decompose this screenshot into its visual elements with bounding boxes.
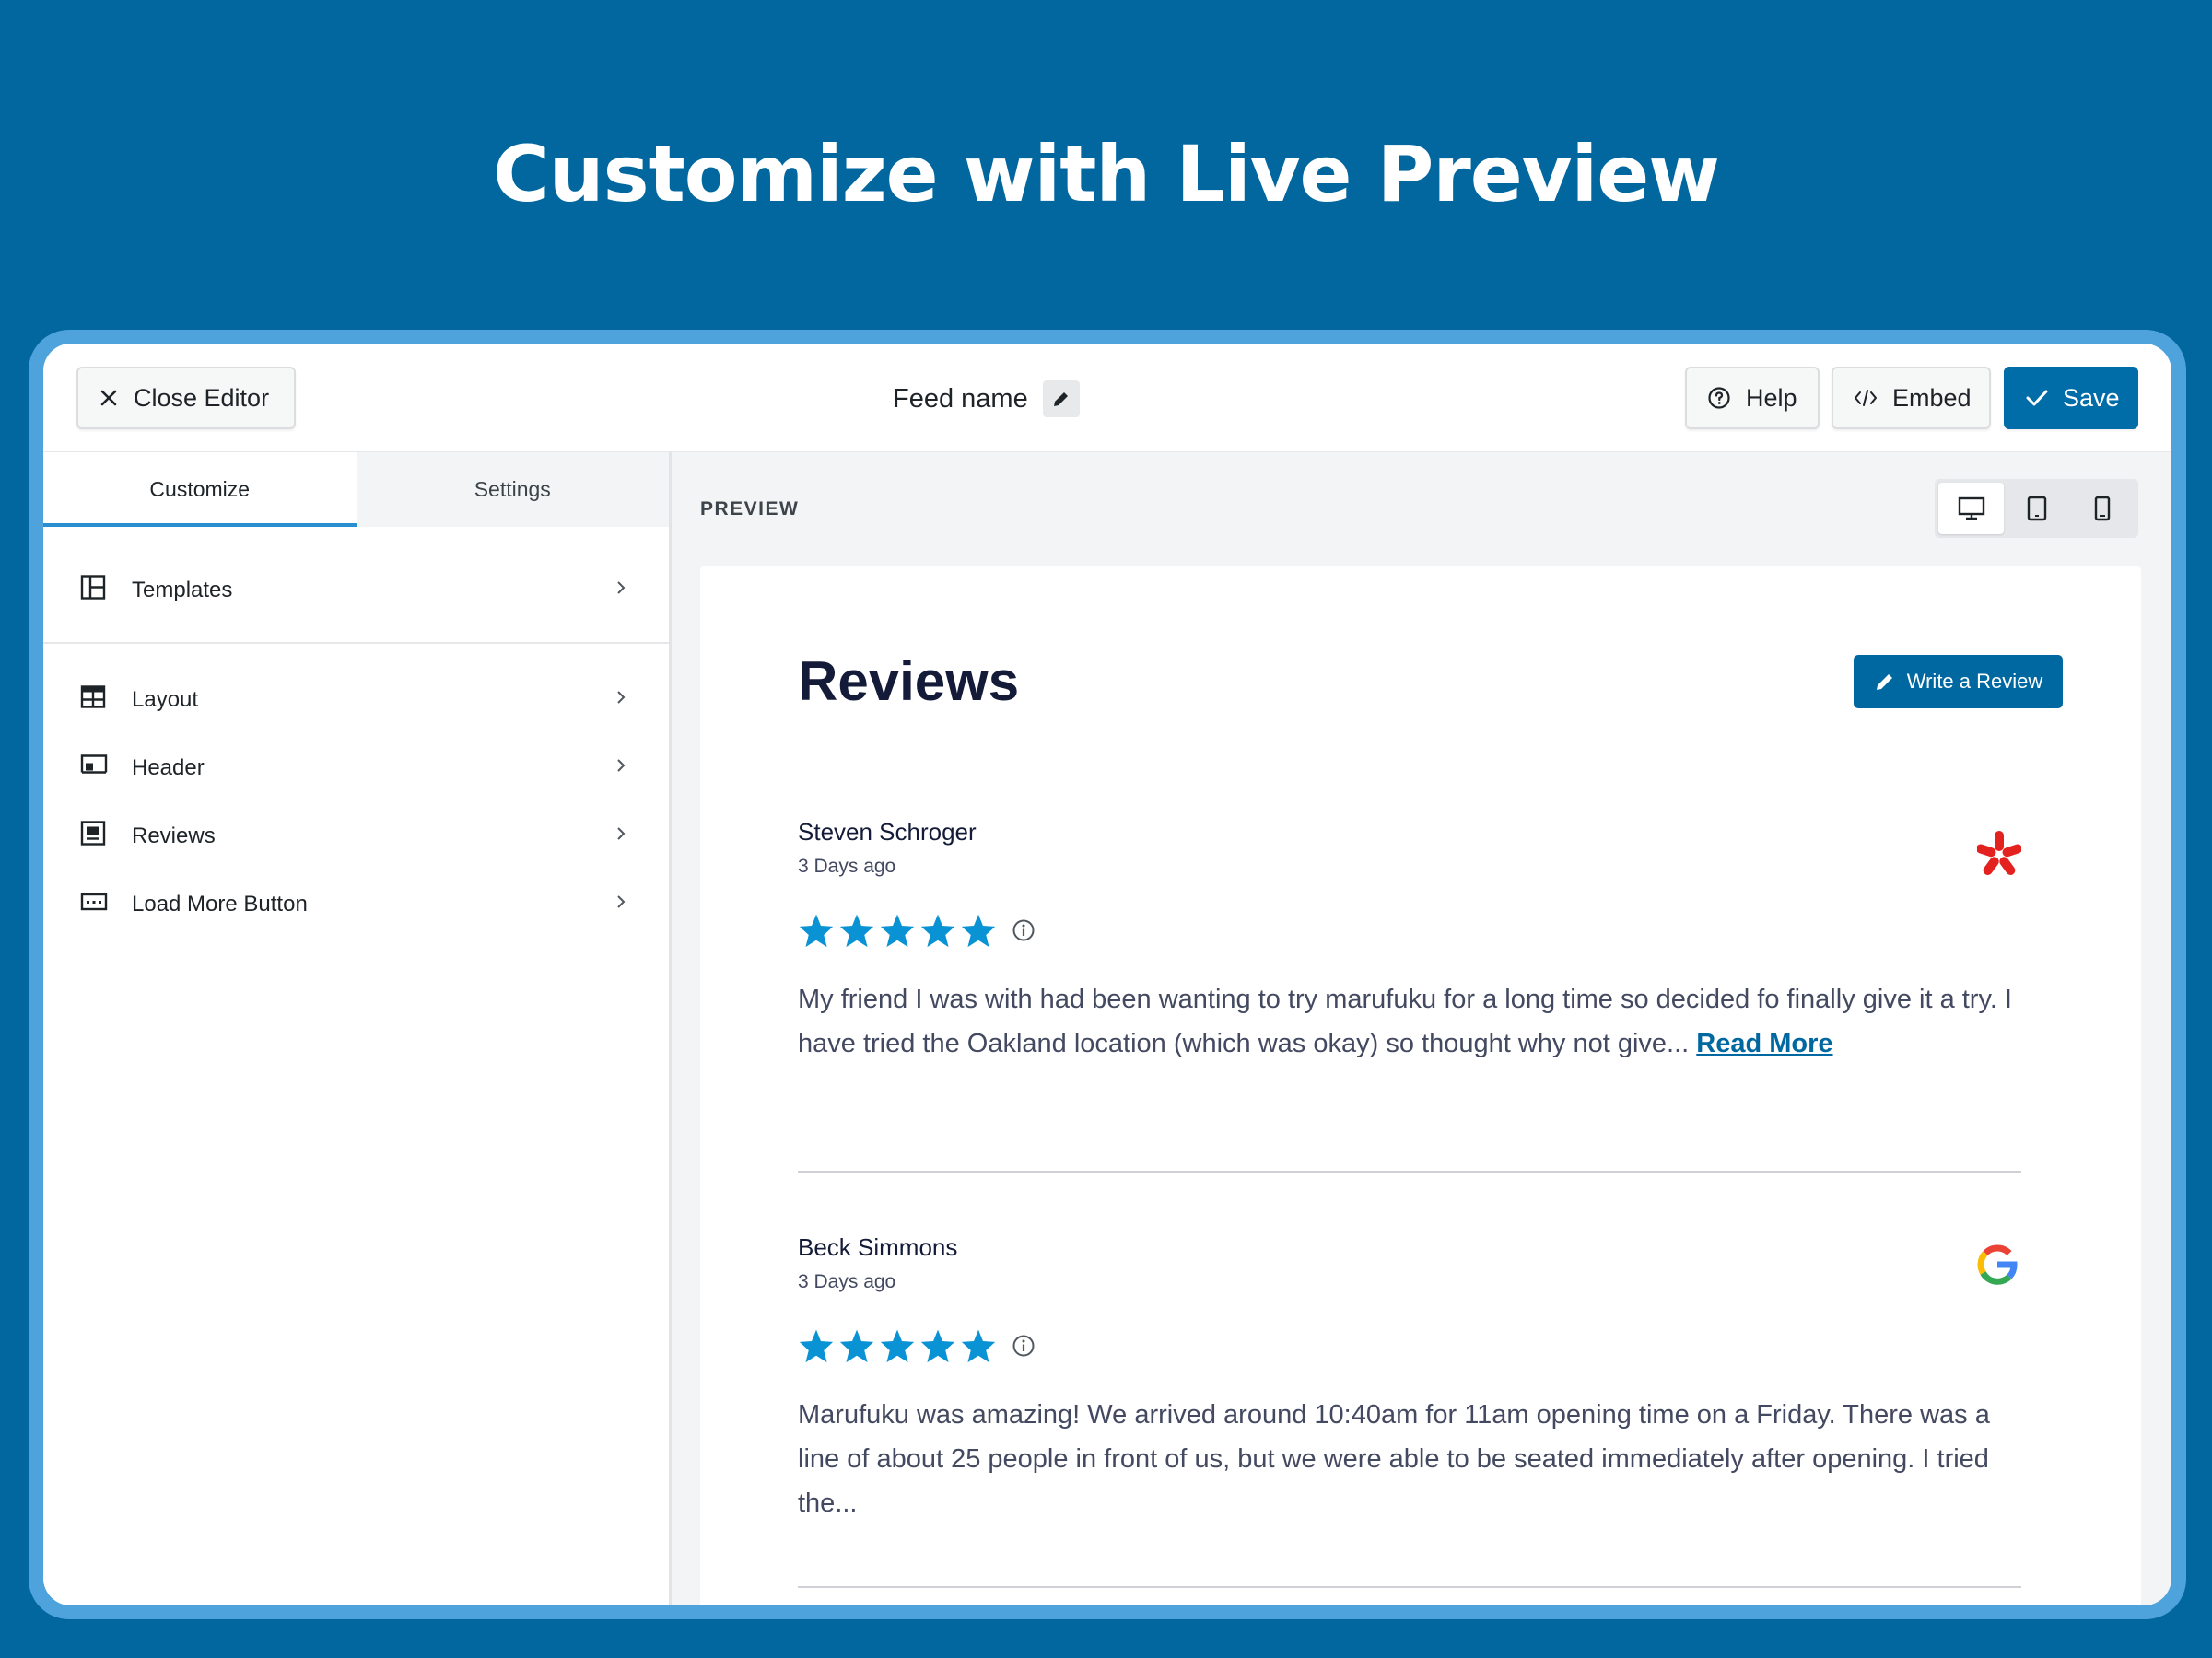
star-icon [880,1329,915,1363]
feed-name-label: Feed name [893,383,1028,414]
sidebar-item-templates[interactable]: Templates [43,556,669,625]
embed-label: Embed [1892,383,1972,412]
tab-customize-label: Customize [149,477,251,501]
star-icon [920,914,955,948]
mobile-icon [2094,496,2110,521]
tab-settings[interactable]: Settings [357,452,670,527]
top-bar: Close Editor Feed name Help Embed Save [43,344,2171,452]
review-item: Beck Simmons 3 Days ago Marufuku was ama… [798,1233,2021,1525]
star-icon [839,1329,874,1363]
sidebar-item-layout[interactable]: Layout [43,666,669,734]
close-editor-button[interactable]: Close Editor [76,367,296,429]
sidebar-item-label: Layout [132,687,199,712]
tab-customize[interactable]: Customize [43,452,357,527]
reviews-title: Reviews [798,650,1020,712]
write-review-label: Write a Review [1906,670,2043,693]
header-icon [80,754,108,783]
pencil-icon [1053,392,1068,406]
close-editor-label: Close Editor [134,383,270,412]
templates-icon [80,575,106,607]
help-button[interactable]: Help [1685,367,1820,429]
feed-name: Feed name [893,380,1080,417]
tablet-icon [2027,496,2046,521]
info-icon[interactable] [1012,1334,1036,1358]
chevron-right-icon [614,687,627,713]
reviewer-name: Beck Simmons [798,1233,958,1261]
hero-title: Customize with Live Preview [493,129,1720,219]
sidebar-item-label: Load More Button [132,892,308,917]
chevron-right-icon [614,578,627,603]
review-item: Steven Schroger 3 Days ago My friend I w… [798,818,2022,1066]
reviews-icon [80,821,106,853]
reviewer-name: Steven Schroger [798,818,977,846]
star-icon [920,1329,955,1363]
tab-settings-label: Settings [474,477,551,501]
sidebar-divider [43,642,669,644]
pencil-icon [1876,674,1892,690]
close-icon [99,388,119,408]
sidebar-tabs: Customize Settings [43,452,669,527]
read-more-link[interactable]: Read More [1696,1029,1832,1058]
review-date: 3 Days ago [798,856,896,877]
star-icon [839,914,874,948]
editor-window: Close Editor Feed name Help Embed Save C… [43,344,2171,1605]
desktop-view-button[interactable] [1938,483,2004,534]
preview-area: PREVIEW Reviews Write a Review Steven Sc… [672,452,2171,1605]
star-rating [798,913,2021,948]
star-rating [798,1328,2021,1363]
google-icon [1977,1244,2018,1290]
chevron-right-icon [614,755,627,781]
star-icon [961,1329,996,1363]
load-more-icon [80,892,108,917]
star-icon [799,914,834,948]
preview-label: PREVIEW [700,498,800,520]
help-label: Help [1746,383,1797,412]
code-icon [1854,389,1878,407]
edit-feed-name-button[interactable] [1042,380,1080,417]
embed-button[interactable]: Embed [1832,367,1991,429]
layout-icon [80,685,106,716]
review-text: Marufuku was amazing! We arrived around … [798,1393,2021,1525]
review-divider [798,1171,2021,1173]
star-icon [961,914,996,948]
save-button[interactable]: Save [2004,367,2138,429]
sidebar-item-label: Reviews [132,823,216,848]
star-icon [880,914,915,948]
check-icon [2026,389,2048,407]
preview-card: Reviews Write a Review Steven Schroger 3… [700,566,2141,1605]
chevron-right-icon [614,823,627,849]
sidebar-item-label: Header [132,755,205,780]
yelp-icon [1976,829,2022,885]
chevron-right-icon [614,892,627,917]
review-date: 3 Days ago [798,1271,896,1292]
sidebar-item-header[interactable]: Header [43,734,669,802]
save-label: Save [2063,383,2120,412]
review-text-body: Marufuku was amazing! We arrived around … [798,1400,1990,1518]
review-text: My friend I was with had been wanting to… [798,977,2021,1066]
write-review-button[interactable]: Write a Review [1854,655,2063,708]
tablet-view-button[interactable] [2004,483,2069,534]
review-divider [798,1586,2021,1588]
sidebar-item-load-more[interactable]: Load More Button [43,870,669,939]
sidebar: Customize Settings Templates Layout Head… [43,452,672,1605]
star-icon [799,1329,834,1363]
device-switcher [1935,479,2138,538]
sidebar-item-reviews[interactable]: Reviews [43,802,669,870]
help-icon [1707,386,1731,410]
info-icon[interactable] [1012,918,1036,942]
sidebar-item-label: Templates [132,578,233,602]
desktop-icon [1958,496,1984,520]
mobile-view-button[interactable] [2069,483,2135,534]
